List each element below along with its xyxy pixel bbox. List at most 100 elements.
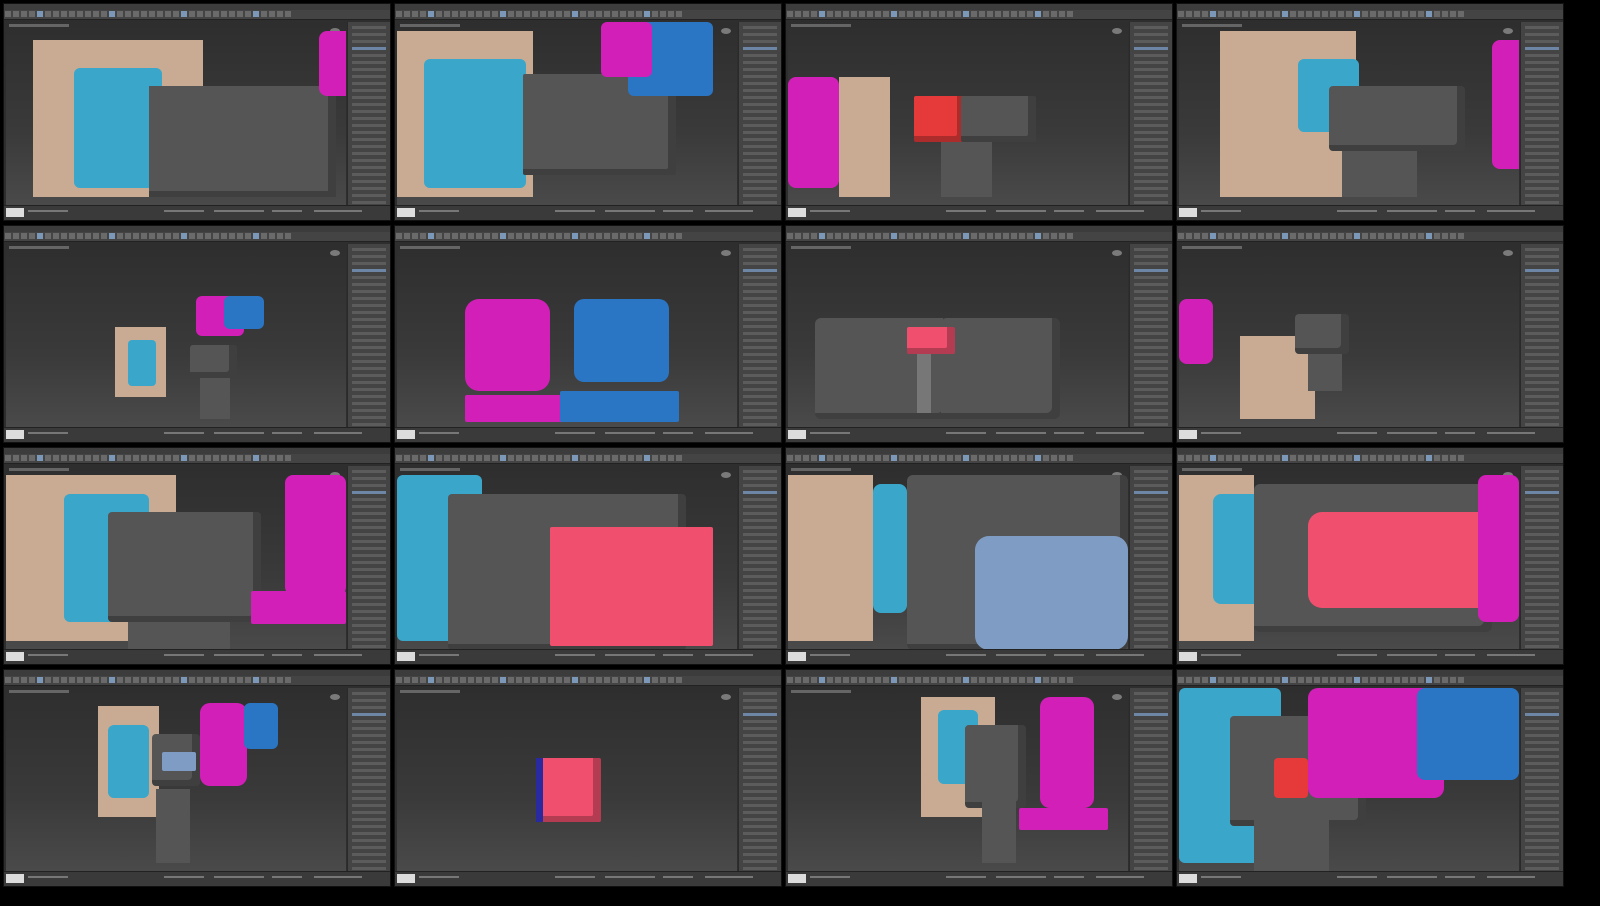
toolbar-button[interactable]: [524, 11, 530, 17]
command-panel-control[interactable]: [352, 797, 386, 800]
toolbar-button[interactable]: [867, 233, 873, 239]
toolbar-button[interactable]: [125, 677, 131, 683]
command-panel-control[interactable]: [743, 325, 777, 328]
command-panel-control[interactable]: [743, 769, 777, 772]
command-panel-control[interactable]: [1134, 540, 1168, 543]
command-panel-control[interactable]: [352, 554, 386, 557]
toolbar-button[interactable]: [1186, 233, 1192, 239]
toolbar-button[interactable]: [931, 11, 937, 17]
command-panel-control[interactable]: [1525, 505, 1559, 508]
toolbar-button[interactable]: [636, 233, 642, 239]
scene-object-screen[interactable]: [975, 535, 1128, 650]
toolbar-button[interactable]: [269, 233, 275, 239]
command-panel-control[interactable]: [352, 166, 386, 169]
thumbnail-tile[interactable]: [394, 669, 782, 887]
toolbar-button[interactable]: [1370, 455, 1376, 461]
toolbar-button[interactable]: [500, 11, 506, 17]
command-panel-control[interactable]: [1134, 311, 1168, 314]
scene-object-box[interactable]: [148, 86, 336, 197]
toolbar-button[interactable]: [1202, 455, 1208, 461]
toolbar-button[interactable]: [931, 455, 937, 461]
toolbar-button[interactable]: [923, 455, 929, 461]
viewport-perspective[interactable]: [397, 466, 737, 650]
scene-object-box[interactable]: [108, 512, 261, 623]
command-panel-control[interactable]: [1134, 290, 1168, 293]
toolbar-button[interactable]: [652, 677, 658, 683]
command-panel-control[interactable]: [1134, 388, 1168, 391]
toolbar-button[interactable]: [859, 11, 865, 17]
command-panel-control[interactable]: [1134, 409, 1168, 412]
toolbar-button[interactable]: [971, 677, 977, 683]
toolbar-button[interactable]: [588, 455, 594, 461]
viewport-perspective[interactable]: [788, 22, 1128, 206]
command-panel-control[interactable]: [743, 790, 777, 793]
viewport-perspective[interactable]: [6, 688, 346, 872]
toolbar-button[interactable]: [923, 677, 929, 683]
toolbar-button[interactable]: [1442, 677, 1448, 683]
toolbar-button[interactable]: [612, 11, 618, 17]
command-panel-control[interactable]: [352, 811, 386, 814]
toolbar-button[interactable]: [1242, 455, 1248, 461]
thumbnail-tile[interactable]: [3, 225, 391, 443]
command-panel-control[interactable]: [1134, 194, 1168, 197]
toolbar-button[interactable]: [867, 11, 873, 17]
toolbar-button[interactable]: [396, 677, 402, 683]
toolbar-button[interactable]: [1442, 233, 1448, 239]
command-panel-control[interactable]: [1525, 276, 1559, 279]
toolbar-button[interactable]: [5, 11, 11, 17]
command-panel-control[interactable]: [1134, 790, 1168, 793]
command-panel-control[interactable]: [1134, 631, 1168, 634]
command-panel-control[interactable]: [352, 388, 386, 391]
toolbar-button[interactable]: [652, 455, 658, 461]
toolbar-button[interactable]: [867, 677, 873, 683]
toolbar-button[interactable]: [1043, 233, 1049, 239]
command-panel-control[interactable]: [1525, 526, 1559, 529]
toolbar-button[interactable]: [1290, 11, 1296, 17]
toolbar-button[interactable]: [1202, 233, 1208, 239]
toolbar-button[interactable]: [1386, 677, 1392, 683]
scene-object-robot[interactable]: [1039, 697, 1094, 808]
toolbar-button[interactable]: [955, 455, 961, 461]
toolbar-button[interactable]: [620, 455, 626, 461]
command-panel-control[interactable]: [743, 166, 777, 169]
toolbar-button[interactable]: [1426, 233, 1432, 239]
command-panel-control[interactable]: [1525, 554, 1559, 557]
command-panel-control[interactable]: [743, 533, 777, 536]
toolbar-button[interactable]: [995, 455, 1001, 461]
toolbar-button[interactable]: [253, 233, 259, 239]
toolbar-button[interactable]: [524, 677, 530, 683]
command-panel-control[interactable]: [352, 110, 386, 113]
command-panel-control[interactable]: [743, 727, 777, 730]
command-panel-control[interactable]: [1134, 138, 1168, 141]
command-panel-control[interactable]: [743, 603, 777, 606]
toolbar-button[interactable]: [45, 11, 51, 17]
command-panel-control[interactable]: [1525, 727, 1559, 730]
toolbar-button[interactable]: [237, 233, 243, 239]
command-panel-control[interactable]: [1134, 692, 1168, 695]
command-panel-control[interactable]: [1134, 276, 1168, 279]
viewport-perspective[interactable]: [1179, 688, 1519, 872]
toolbar-button[interactable]: [1418, 455, 1424, 461]
command-panel-control[interactable]: [1134, 54, 1168, 57]
command-panel-control[interactable]: [1525, 68, 1559, 71]
toolbar-button[interactable]: [1402, 233, 1408, 239]
command-panel-control[interactable]: [1134, 526, 1168, 529]
toolbar-button[interactable]: [1402, 455, 1408, 461]
command-panel-control[interactable]: [352, 783, 386, 786]
viewcube-icon[interactable]: [721, 472, 731, 478]
command-panel-control[interactable]: [352, 582, 386, 585]
maxscript-listener[interactable]: [788, 874, 806, 883]
command-panel-control[interactable]: [1134, 867, 1168, 870]
scene-object-base[interactable]: [560, 391, 680, 423]
toolbar-button[interactable]: [811, 11, 817, 17]
toolbar-button[interactable]: [444, 455, 450, 461]
viewport-label[interactable]: [791, 690, 851, 693]
command-panel-control[interactable]: [352, 117, 386, 120]
toolbar-button[interactable]: [245, 455, 251, 461]
command-panel-control[interactable]: [743, 187, 777, 190]
command-panel-control[interactable]: [1525, 26, 1559, 29]
scene-object-base[interactable]: [1019, 807, 1108, 830]
command-panel-control[interactable]: [1525, 755, 1559, 758]
command-panel-control[interactable]: [743, 596, 777, 599]
command-panel-control[interactable]: [1525, 589, 1559, 592]
